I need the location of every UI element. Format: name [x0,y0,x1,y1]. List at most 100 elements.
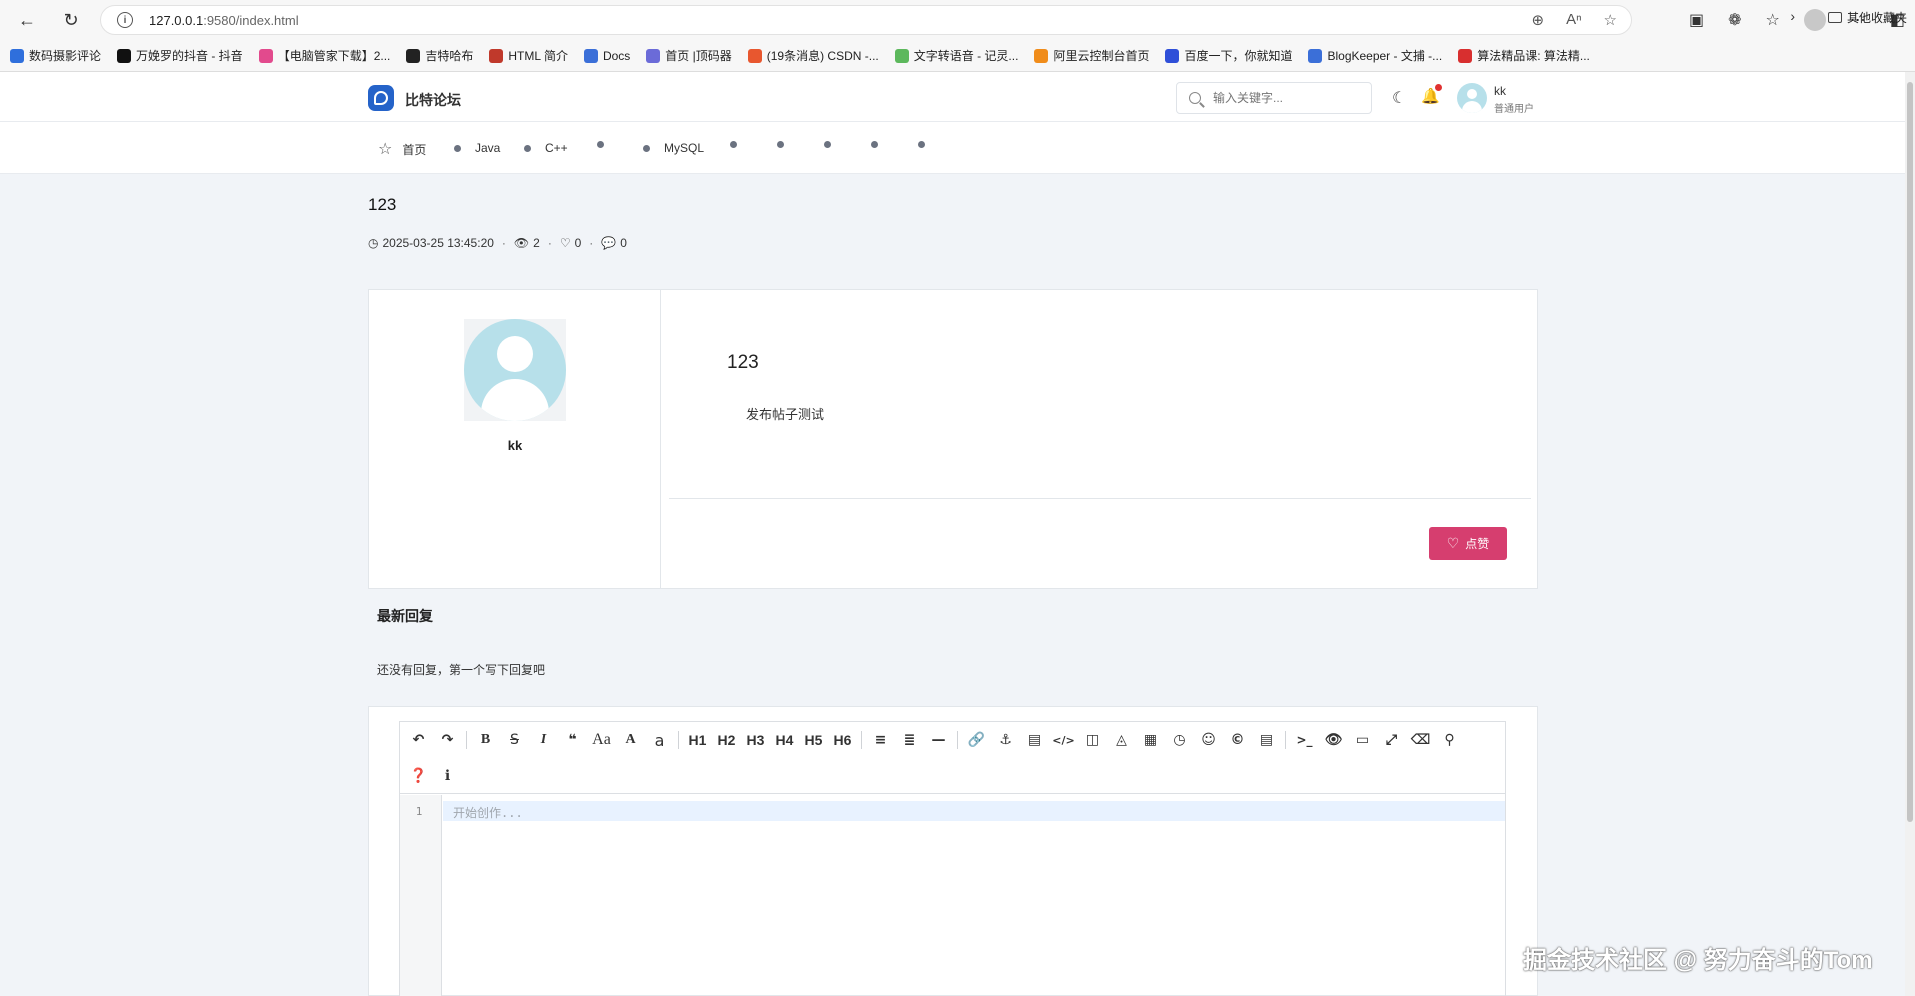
heading-2-button[interactable]: H2 [712,728,741,752]
bookmark-item[interactable]: 【电脑管家下载】2... [258,47,390,64]
emoji-icon[interactable]: ☺ [1194,728,1223,752]
bookmarks-bar: 数码摄影评论 万娩罗的抖音 - 抖音 【电脑管家下载】2... 吉特哈布 HTML 简介… [0,40,1915,72]
bookmark-item[interactable]: 数码摄影评论 [10,47,101,64]
search-icon[interactable]: ⚲ [1435,728,1464,752]
other-bookmarks[interactable]: 其他收藏夹 [1827,9,1907,26]
favorites-icon[interactable]: ☆ [1766,10,1780,30]
bookmark-item[interactable]: 算法精品课: 算法精... [1458,47,1590,64]
bookmark-item[interactable]: 文字转语音 - 记灵... [894,47,1018,64]
nav-item-6[interactable] [730,141,751,148]
logo-icon[interactable] [368,85,394,111]
avatar[interactable] [1457,83,1487,113]
editor-placeholder[interactable]: 开始创作... [453,804,523,821]
link-icon[interactable]: 🔗 [962,728,991,752]
dark-mode-icon[interactable]: ☾ [1392,88,1406,108]
post-timestamp: 2025-03-25 13:45:20 [382,236,494,250]
bookmark-item[interactable]: HTML 简介 [489,47,568,64]
nav-item-10[interactable] [918,141,939,148]
pagebreak-icon[interactable]: ▤ [1252,728,1281,752]
info-icon[interactable]: ℹ [433,764,462,788]
bookmark-favicon-icon [583,48,598,63]
site-header: 比特论坛 ☾ 🔔 kk 普通用户 [0,72,1905,122]
fullscreen-icon[interactable]: ⤢ [1377,728,1406,752]
bookmarks-more-icon[interactable]: › [1790,8,1795,24]
reply-editor-card: ↶ ↷ B S I ❝ Aa A a H1 H2 H3 H4 H5 H6 ≡ ≣ [368,706,1538,996]
replies-heading: 最新回复 [377,608,433,624]
font-icon[interactable]: A [616,728,645,752]
site-info-icon[interactable]: i [117,12,133,28]
bookmark-favicon-icon [117,48,132,63]
redo-icon[interactable]: ↷ [433,728,462,752]
page-scrollbar[interactable] [1905,72,1915,996]
bookmark-favicon-icon [1458,48,1473,63]
nav-item-7[interactable] [777,141,798,148]
datetime-icon[interactable]: ◷ [1165,728,1194,752]
search-input[interactable] [1213,91,1353,105]
html-entities-icon[interactable]: © [1223,728,1252,752]
brand-name[interactable]: 比特论坛 [405,90,461,110]
nav-item-java[interactable]: Java [454,141,500,155]
bookmark-item[interactable]: 百度一下，你就知道 [1165,47,1292,64]
search-icon [1189,92,1201,104]
bookmark-item[interactable]: 首页 |顶码器 [646,47,732,64]
bookmark-favicon-icon [1034,48,1049,63]
heading-1-button[interactable]: H1 [683,728,712,752]
preformatted-icon[interactable]: ◫ [1078,728,1107,752]
bold-icon[interactable]: B [471,728,500,752]
bookmark-item[interactable]: Docs [583,48,630,63]
heading-4-button[interactable]: H4 [770,728,799,752]
zoom-icon[interactable]: ⊕ [1531,11,1544,29]
search-box[interactable] [1176,82,1372,114]
strikethrough-icon[interactable]: S [500,728,529,752]
nav-item-home[interactable]: ☆ 首页 [378,141,426,158]
preview-eye-icon[interactable]: 👁 [1319,728,1348,752]
bookmark-item[interactable]: 阿里云控制台首页 [1034,47,1149,64]
read-aloud-icon[interactable]: Aⁿ [1566,11,1581,29]
line-gutter: 1 [400,795,442,996]
heading-6-button[interactable]: H6 [828,728,857,752]
heart-icon: ♡ [1446,535,1460,551]
italic-icon[interactable]: I [529,728,558,752]
heading-3-button[interactable]: H3 [741,728,770,752]
horizontal-rule-icon[interactable]: — [924,728,953,752]
nav-item-cpp[interactable]: C++ [524,141,568,155]
address-bar[interactable]: i 127.0.0.1:9580/index.html ⊕ Aⁿ ☆ [100,5,1632,35]
nav-item-4[interactable] [597,141,618,148]
code-block-icon[interactable]: ◬ [1107,728,1136,752]
bookmark-item[interactable]: 万娩罗的抖音 - 抖音 [117,47,243,64]
active-line[interactable] [443,801,1505,821]
workspaces-icon[interactable]: ▣ [1689,10,1704,30]
bookmark-item[interactable]: (19条消息) CSDN -... [747,47,879,64]
replies-empty-text: 还没有回复，第一个写下回复吧 [377,663,546,677]
anchor-icon[interactable]: ⚓ [991,728,1020,752]
fullpreview-icon[interactable]: ▭ [1348,728,1377,752]
code-icon[interactable]: </> [1049,728,1078,752]
author-avatar[interactable] [464,319,566,421]
profile-icon[interactable] [1803,9,1826,31]
favorite-star-icon[interactable]: ☆ [1604,11,1617,29]
extensions-icon[interactable]: ❁ [1728,10,1741,30]
nav-item-mysql[interactable]: MySQL [643,141,704,155]
terminal-icon[interactable]: >_ [1290,728,1319,752]
image-icon[interactable]: ▤ [1020,728,1049,752]
lowercase-icon[interactable]: a [645,728,674,752]
help-icon[interactable]: ❓ [404,764,433,788]
heading-5-button[interactable]: H5 [799,728,828,752]
undo-icon[interactable]: ↶ [404,728,433,752]
nav-item-8[interactable] [824,141,845,148]
back-icon[interactable]: ← [12,5,42,35]
ordered-list-icon[interactable]: ≣ [895,728,924,752]
bookmark-item[interactable]: 吉特哈布 [406,47,473,64]
quote-icon[interactable]: ❝ [558,728,587,752]
user-name[interactable]: kk [1494,84,1506,98]
reload-icon[interactable]: ↻ [56,5,86,35]
like-button[interactable]: ♡ 点赞 [1429,527,1507,560]
folder-icon [1827,12,1842,23]
clear-icon[interactable]: ⌫ [1406,728,1435,752]
nav-item-9[interactable] [871,141,892,148]
table-icon[interactable]: ▦ [1136,728,1165,752]
author-name[interactable]: kk [369,438,661,453]
unordered-list-icon[interactable]: ≡ [866,728,895,752]
uppercase-icon[interactable]: Aa [587,728,616,752]
bookmark-item[interactable]: BlogKeeper - 文捕 -... [1308,47,1442,64]
